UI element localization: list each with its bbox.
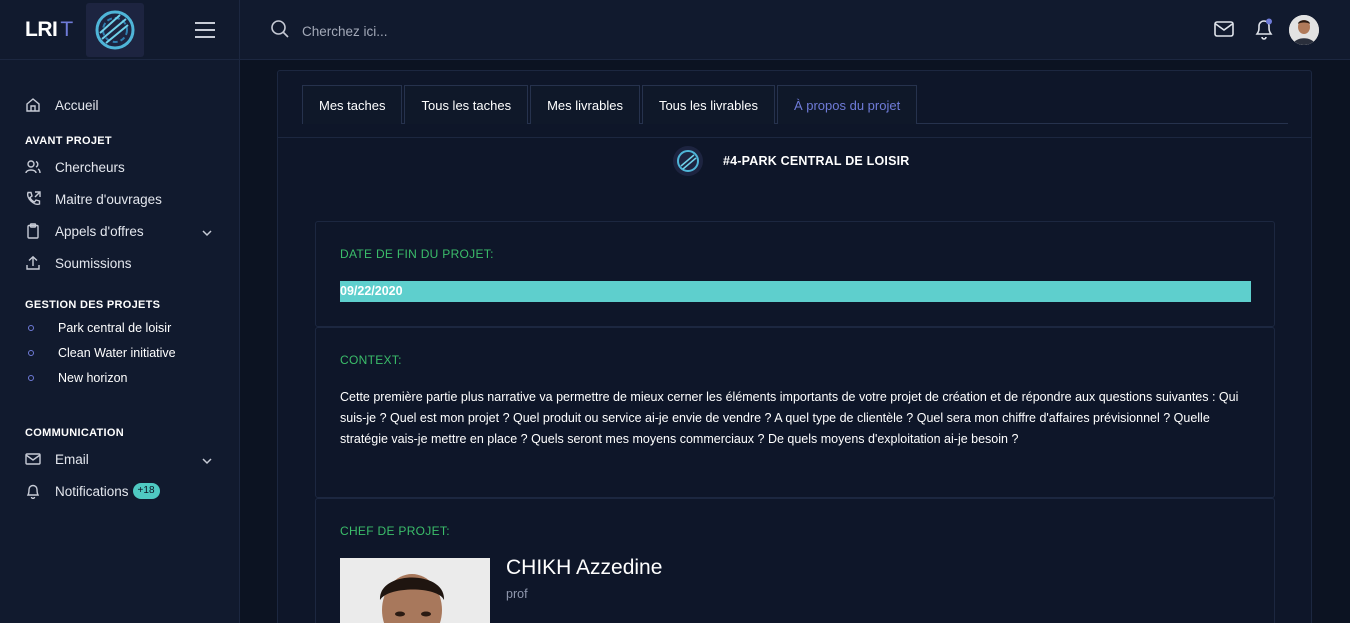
project-item-label: Clean Water initiative — [58, 345, 176, 360]
sidebar-item-label: Appels d'offres — [55, 223, 144, 239]
clipboard-icon — [25, 223, 41, 239]
chef-label: CHEF DE PROJET: — [340, 524, 450, 538]
sidebar-item-soumissions[interactable]: Soumissions — [0, 247, 239, 279]
topbar — [240, 0, 1350, 60]
sidebar-item-appels-offres[interactable]: Appels d'offres — [0, 215, 239, 247]
bullet-icon — [28, 349, 34, 356]
context-panel: CONTEXT: Cette première partie plus narr… — [315, 327, 1275, 498]
project-item-label: Park central de loisir — [58, 320, 172, 335]
mail-icon[interactable] — [1214, 20, 1234, 43]
sidebar-item-label: Chercheurs — [55, 159, 125, 175]
mail-icon — [25, 451, 41, 467]
end-date-panel: DATE DE FIN DU PROJET: 09/22/2020 — [315, 221, 1275, 327]
phone-call-icon — [25, 191, 41, 207]
upload-icon — [25, 255, 41, 271]
sidebar-item-notifications[interactable]: Notifications +18 — [0, 475, 239, 507]
tab-tous-les-taches[interactable]: Tous les taches — [404, 85, 529, 124]
tab-tous-les-livrables[interactable]: Tous les livrables — [641, 85, 775, 124]
bullet-icon — [28, 374, 34, 381]
context-label: CONTEXT: — [340, 353, 402, 367]
tabs-bar: Mes taches Tous les taches Mes livrables… — [302, 85, 1288, 124]
section-gestion-projets: GESTION DES PROJETS — [25, 299, 161, 311]
tab-mes-livrables[interactable]: Mes livrables — [530, 85, 640, 124]
sidebar-item-maitre-ouvrages[interactable]: Maitre d'ouvrages — [0, 183, 239, 215]
project-title: #4-PARK CENTRAL DE LOISIR — [723, 154, 910, 168]
user-avatar[interactable] — [1289, 15, 1319, 45]
notifications-badge: +18 — [132, 483, 160, 499]
bell-icon[interactable] — [1254, 18, 1274, 45]
sidebar-item-label: Maitre d'ouvrages — [55, 191, 162, 207]
sidebar-item-label: Accueil — [55, 97, 99, 113]
users-icon — [25, 159, 41, 175]
menu-toggle-icon[interactable] — [195, 22, 215, 38]
divider — [278, 137, 1311, 138]
search-icon[interactable] — [270, 19, 290, 44]
chef-photo — [340, 558, 490, 623]
project-item-park-central[interactable]: Park central de loisir — [0, 315, 239, 340]
project-card: Mes taches Tous les taches Mes livrables… — [277, 70, 1312, 623]
section-communication: COMMUNICATION — [25, 427, 125, 439]
search-box[interactable] — [270, 19, 602, 44]
search-input[interactable] — [302, 24, 602, 39]
bell-icon — [25, 483, 41, 499]
sidebar-item-accueil[interactable]: Accueil — [0, 89, 239, 121]
context-text: Cette première partie plus narrative va … — [340, 390, 1239, 446]
brand-name-text: LRI — [25, 17, 58, 41]
sidebar: LRI T Accueil AVANT PROJET Chercheurs Ma… — [0, 0, 240, 623]
project-header: #4-PARK CENTRAL DE LOISIR — [673, 146, 910, 176]
chevron-down-icon[interactable] — [202, 454, 212, 469]
brand[interactable]: LRI T — [0, 0, 239, 60]
brand-suffix: T — [60, 17, 73, 41]
project-item-clean-water[interactable]: Clean Water initiative — [0, 340, 239, 365]
brand-logo-icon — [86, 3, 144, 57]
sidebar-item-label: Notifications — [55, 483, 129, 499]
end-date-value: 09/22/2020 — [340, 281, 1251, 302]
home-icon — [25, 97, 41, 113]
chef-panel: CHEF DE PROJET: CHIKH Azzedine prof — [315, 498, 1275, 623]
chef-role: prof — [506, 587, 528, 601]
project-item-label: New horizon — [58, 370, 128, 385]
sidebar-item-label: Email — [55, 451, 89, 467]
sidebar-item-chercheurs[interactable]: Chercheurs — [0, 151, 239, 183]
brand-name: LRI T — [25, 18, 73, 42]
chef-name: CHIKH Azzedine — [506, 556, 663, 579]
section-avant-projet: AVANT PROJET — [25, 135, 112, 147]
end-date-label: DATE DE FIN DU PROJET: — [340, 247, 494, 261]
tab-a-propos[interactable]: À propos du projet — [776, 85, 918, 124]
sidebar-item-email[interactable]: Email — [0, 443, 239, 475]
bullet-icon — [28, 324, 34, 331]
tab-mes-taches[interactable]: Mes taches — [302, 85, 403, 124]
project-logo-icon — [673, 146, 703, 176]
sidebar-item-label: Soumissions — [55, 255, 132, 271]
project-item-new-horizon[interactable]: New horizon — [0, 365, 239, 390]
chevron-down-icon[interactable] — [202, 226, 212, 241]
